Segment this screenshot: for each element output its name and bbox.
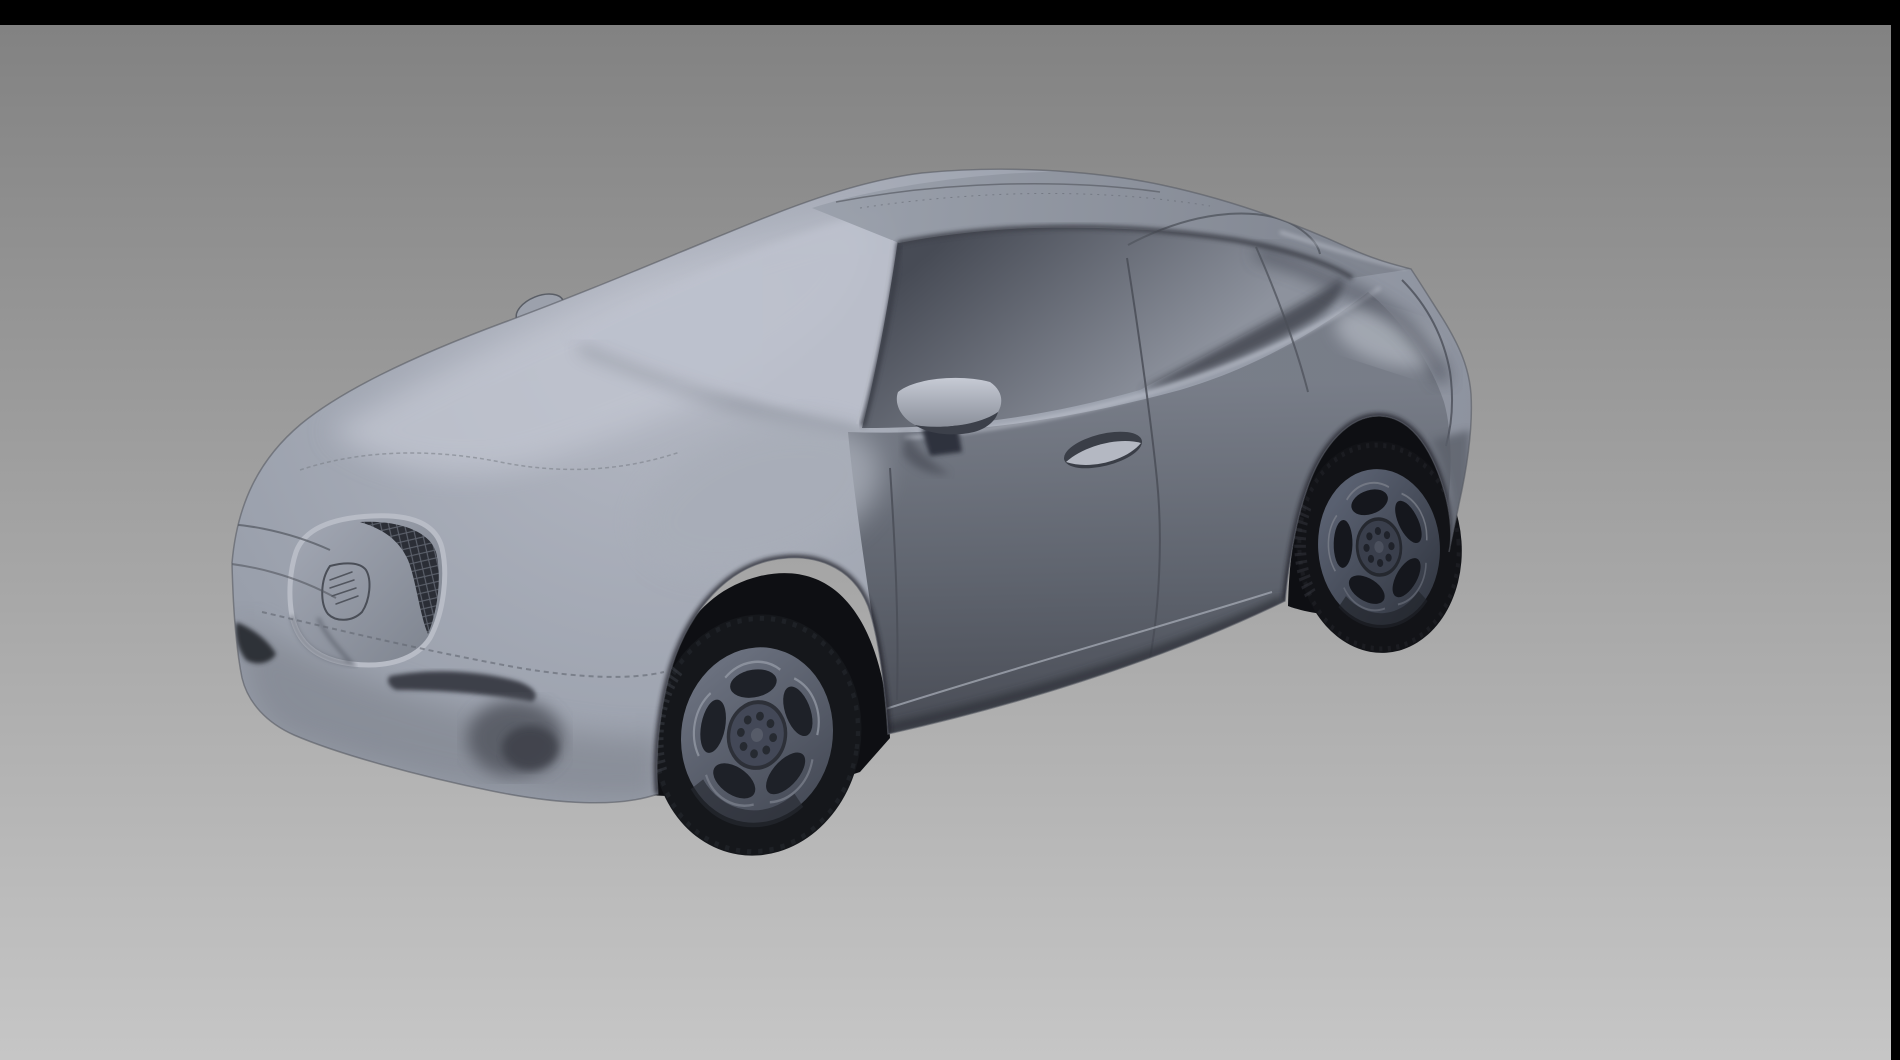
car-render-canvas	[0, 25, 1891, 1060]
letterbox-top-bar	[0, 0, 1900, 25]
fog-lamp-recess-core	[502, 726, 558, 770]
application-window	[0, 0, 1900, 1060]
front-grille	[290, 516, 445, 665]
3d-viewport[interactable]	[0, 25, 1891, 1060]
letterbox-right-bar	[1891, 0, 1900, 1060]
